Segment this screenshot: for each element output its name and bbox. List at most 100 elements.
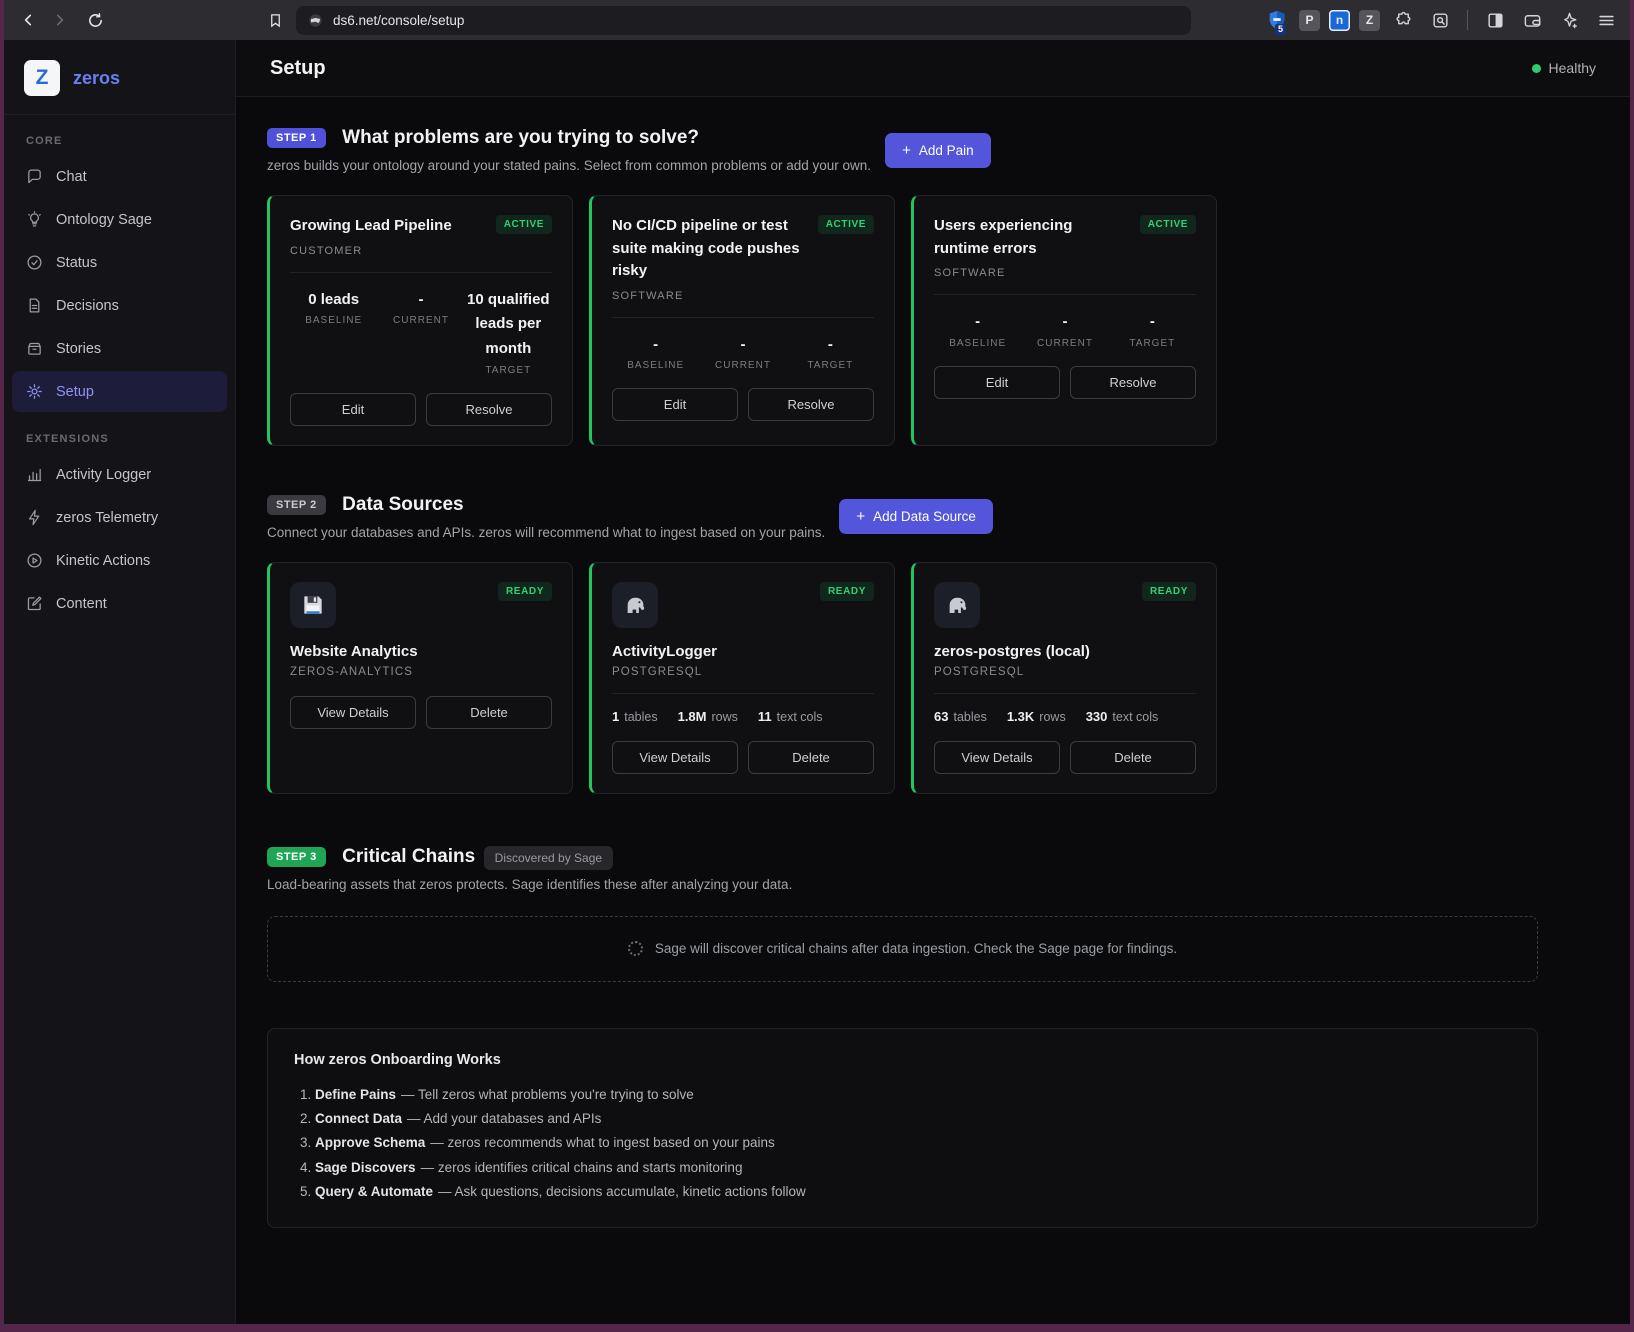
extension-p-icon[interactable]: P	[1299, 10, 1320, 31]
extensions-puzzle-icon[interactable]	[1389, 6, 1417, 34]
shield-extension-icon[interactable]: 5	[1266, 8, 1290, 32]
resolve-button[interactable]: Resolve	[748, 388, 874, 421]
section-critical-chains: STEP 3 Critical Chains Discovered by Sag…	[267, 846, 1538, 982]
onboarding-step: Define Pains— Tell zeros what problems y…	[315, 1083, 1511, 1107]
pain-card: Users experiencing runtime errors ACTIVE…	[911, 195, 1217, 446]
source-card: READY Website Analytics ZEROS-ANALYTICS …	[267, 562, 573, 794]
target-label: TARGET	[465, 365, 552, 376]
divider	[290, 272, 552, 273]
current-label: CURRENT	[699, 360, 786, 371]
view-details-button[interactable]: View Details	[612, 741, 738, 774]
gear-icon	[26, 383, 43, 400]
health-label: Healthy	[1549, 60, 1596, 76]
stat-rows: 1.3Krows	[1007, 709, 1066, 724]
step1-title: What problems are you trying to solve?	[342, 127, 699, 148]
sidebar-item-label: Decisions	[56, 298, 119, 314]
containers-icon[interactable]	[1426, 6, 1454, 34]
sidebar-item-ontology-sage[interactable]: Ontology Sage	[12, 199, 227, 240]
sidebar-item-label: zeros Telemetry	[56, 510, 158, 526]
ready-badge: READY	[1142, 582, 1196, 601]
pain-category: CUSTOMER	[290, 245, 552, 257]
sidebar-item-setup[interactable]: Setup	[12, 371, 227, 412]
view-details-button[interactable]: View Details	[290, 696, 416, 729]
play-circle-icon	[26, 552, 43, 569]
sidebar-item-content[interactable]: Content	[12, 583, 227, 624]
delete-button[interactable]: Delete	[426, 696, 552, 729]
brand[interactable]: Z zeros	[4, 40, 235, 115]
elephant-icon	[934, 582, 980, 628]
discovered-by-sage-tag: Discovered by Sage	[484, 846, 613, 870]
resolve-button[interactable]: Resolve	[1070, 366, 1196, 399]
app-shell: Z zeros CORE Chat Ontology Sage Status D…	[4, 40, 1630, 1324]
resolve-button[interactable]: Resolve	[426, 393, 552, 426]
browser-toolbar: ds6.net/console/setup 5 P n Z	[4, 0, 1630, 40]
sidebar-item-zeros-telemetry[interactable]: zeros Telemetry	[12, 497, 227, 538]
menu-hamburger-icon[interactable]	[1592, 6, 1620, 34]
target-label: TARGET	[787, 360, 874, 371]
reload-icon[interactable]	[80, 5, 110, 35]
sidebar-item-decisions[interactable]: Decisions	[12, 285, 227, 326]
stat-tables: 63tables	[934, 709, 987, 724]
onboarding-step: Sage Discovers— zeros identifies critica…	[315, 1156, 1511, 1180]
delete-button[interactable]: Delete	[1070, 741, 1196, 774]
divider	[934, 294, 1196, 295]
sidebar-item-kinetic-actions[interactable]: Kinetic Actions	[12, 540, 227, 581]
section-data-sources: STEP 2 Data Sources Connect your databas…	[267, 494, 1538, 794]
lightbulb-icon	[26, 211, 43, 228]
sidebar-item-label: Content	[56, 596, 107, 612]
url-bar[interactable]: ds6.net/console/setup	[296, 6, 1191, 35]
delete-button[interactable]: Delete	[748, 741, 874, 774]
target-value: -	[787, 333, 874, 358]
stat-tables: 1tables	[612, 709, 658, 724]
sidebar-toggle-icon[interactable]	[1481, 6, 1509, 34]
spinner-icon	[628, 941, 643, 956]
plus-icon: +	[902, 143, 911, 158]
edit-button[interactable]: Edit	[934, 366, 1060, 399]
zeros-logo: Z	[24, 60, 60, 96]
baseline-label: BASELINE	[290, 315, 377, 326]
current-value: -	[699, 333, 786, 358]
extension-n-icon[interactable]: n	[1329, 10, 1350, 31]
shield-badge-count: 5	[1275, 24, 1286, 35]
pain-metrics: - BASELINE - CURRENT - T	[612, 333, 874, 372]
stat-text-cols: 11text cols	[758, 709, 823, 724]
stat-rows: 1.8Mrows	[678, 709, 738, 724]
baseline-value: -	[612, 333, 699, 358]
edit-button[interactable]: Edit	[612, 388, 738, 421]
elephant-icon	[612, 582, 658, 628]
status-badge: ACTIVE	[496, 215, 552, 234]
sidebar-item-chat[interactable]: Chat	[12, 156, 227, 197]
step2-badge: STEP 2	[267, 495, 326, 515]
sidebar-item-status[interactable]: Status	[12, 242, 227, 283]
browser-window: ds6.net/console/setup 5 P n Z	[0, 0, 1634, 1332]
ai-sparkle-icon[interactable]	[1555, 6, 1583, 34]
sidebar-item-label: Chat	[56, 169, 87, 185]
sidebar-item-activity-logger[interactable]: Activity Logger	[12, 454, 227, 495]
source-type: ZEROS-ANALYTICS	[290, 666, 552, 678]
chat-icon	[26, 168, 43, 185]
edit-button[interactable]: Edit	[290, 393, 416, 426]
source-name: zeros-postgres (local)	[934, 643, 1196, 660]
sidebar-item-stories[interactable]: Stories	[12, 328, 227, 369]
lightning-icon	[26, 509, 43, 526]
current-label: CURRENT	[377, 315, 464, 326]
extension-z-icon[interactable]: Z	[1359, 10, 1380, 31]
status-badge: ACTIVE	[1140, 215, 1196, 234]
section-pains: STEP 1 What problems are you trying to s…	[267, 127, 1538, 446]
view-details-button[interactable]: View Details	[934, 741, 1060, 774]
sidebar-item-label: Activity Logger	[56, 467, 151, 483]
source-card: READY zeros-postgres (local) POSTGRESQL …	[911, 562, 1217, 794]
forward-icon[interactable]	[44, 5, 74, 35]
back-icon[interactable]	[14, 5, 44, 35]
target-value: -	[1109, 310, 1196, 335]
add-data-source-button[interactable]: + Add Data Source	[839, 499, 993, 534]
sidebar: Z zeros CORE Chat Ontology Sage Status D…	[4, 40, 236, 1324]
sidebar-item-label: Stories	[56, 341, 101, 357]
edit-pencil-icon	[26, 595, 43, 612]
bookmark-icon[interactable]	[260, 5, 290, 35]
add-pain-button[interactable]: + Add Pain	[885, 133, 991, 168]
current-label: CURRENT	[1021, 338, 1108, 349]
health-status: Healthy	[1532, 60, 1596, 76]
extensions-section-label: EXTENSIONS	[26, 433, 213, 445]
wallet-icon[interactable]	[1518, 6, 1546, 34]
